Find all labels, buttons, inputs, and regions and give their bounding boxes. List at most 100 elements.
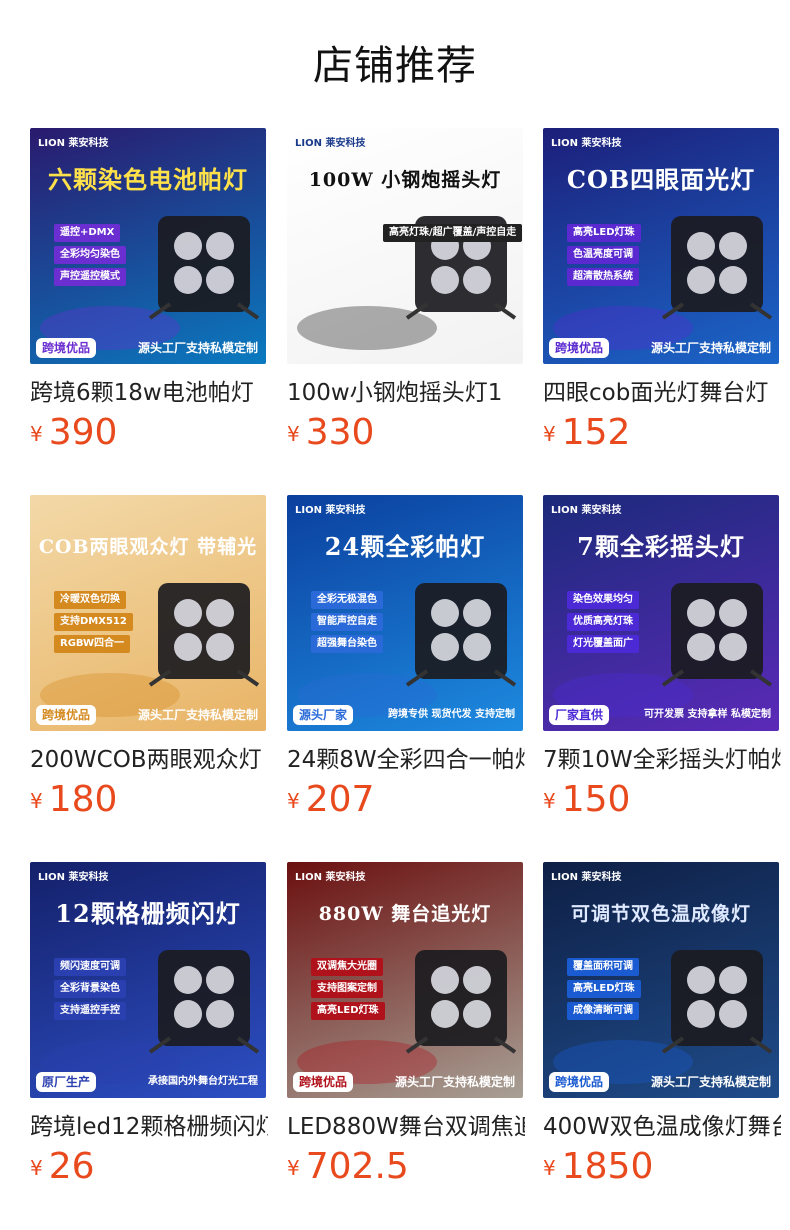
image-headline: 7颗全彩摇头灯 xyxy=(577,532,745,561)
image-footer-text: 源头工厂支持私模定制 xyxy=(137,708,258,722)
promo-badge: 跨境优品 xyxy=(36,338,97,358)
product-price: ¥702.5 xyxy=(287,1146,409,1190)
feature-tag: 双调焦大光圈 xyxy=(311,958,383,976)
currency-symbol: ¥ xyxy=(287,422,300,446)
feature-tag: 支持DMX512 xyxy=(54,613,133,631)
image-headline: 六颗染色电池帕灯 xyxy=(48,165,248,194)
product-card[interactable]: LION 莱安科技 880W 舞台追光灯双调焦大光圈 支持图案定制 高亮LED灯珠跨境… xyxy=(287,862,525,1187)
brand-logo: LION 莱安科技 xyxy=(295,872,366,883)
price-value: 702.5 xyxy=(305,1146,409,1187)
product-price: ¥180 xyxy=(30,779,117,823)
product-image[interactable]: LION 莱安科技 六颗染色电池帕灯 遥控+DMX 全彩均匀染色 声控遥控模式 跨境优品 源… xyxy=(30,128,266,364)
brand-logo: LION 莱安科技 xyxy=(295,138,366,149)
product-image[interactable]: LION 莱安科技 100W 小钢炮摇头灯高亮灯珠/超广覆盖/声控自走 xyxy=(287,128,523,364)
currency-symbol: ¥ xyxy=(543,789,556,813)
price-value: 1850 xyxy=(561,1146,654,1187)
image-headline: 880W 舞台追光灯 xyxy=(318,903,492,925)
image-footer-text: 源头工厂支持私模定制 xyxy=(137,341,258,355)
brand-logo: LION 莱安科技 xyxy=(38,872,109,883)
feature-tag: 全彩均匀染色 xyxy=(54,246,126,264)
product-name[interactable]: 跨境led12颗格栅频闪灯 xyxy=(30,1112,268,1142)
product-card[interactable]: LION 莱安科技 24颗全彩帕灯 全彩无极混色 智能声控自走 超强舞台染色 源头厂家 跨境… xyxy=(287,495,525,820)
feature-tag: 支持图案定制 xyxy=(311,980,383,998)
currency-symbol: ¥ xyxy=(543,422,556,446)
feature-tag: 高亮灯珠/超广覆盖/声控自走 xyxy=(383,224,523,242)
product-name[interactable]: 7颗10W全彩摇头灯帕灯 xyxy=(543,745,781,775)
feature-tag: 超强舞台染色 xyxy=(311,635,383,653)
product-image[interactable]: LION 莱安科技 880W 舞台追光灯双调焦大光圈 支持图案定制 高亮LED灯珠跨境… xyxy=(287,862,523,1098)
product-image[interactable]: LION 莱安科技 24颗全彩帕灯 全彩无极混色 智能声控自走 超强舞台染色 源头厂家 跨境… xyxy=(287,495,523,731)
feature-tag: 高亮LED灯珠 xyxy=(567,980,641,998)
price-value: 390 xyxy=(48,412,118,453)
brand-logo: LION 莱安科技 xyxy=(551,138,622,149)
price-value: 330 xyxy=(305,412,375,453)
brand-logo: LION 莱安科技 xyxy=(551,505,622,516)
product-name[interactable]: 200WCOB两眼观众灯 xyxy=(30,745,268,775)
feature-tag: 覆盖面积可调 xyxy=(567,958,639,976)
product-card[interactable]: LION 莱安科技 100W 小钢炮摇头灯高亮灯珠/超广覆盖/声控自走 100w小钢… xyxy=(287,128,525,453)
price-value: 26 xyxy=(48,1146,95,1187)
image-headline: COB四眼面光灯 xyxy=(566,165,756,194)
brand-logo: LION 莱安科技 xyxy=(551,872,622,883)
currency-symbol: ¥ xyxy=(30,422,43,446)
price-value: 207 xyxy=(305,779,375,820)
product-image[interactable]: LION 莱安科技 COB四眼面光灯高亮LED灯珠 色温亮度可调 超清散热系统跨境优品… xyxy=(543,128,779,364)
product-name[interactable]: 24颗8W全彩四合一帕灯 xyxy=(287,745,525,775)
feature-tag: 支持遥控手控 xyxy=(54,1002,126,1020)
product-card[interactable]: LION 莱安科技 7颗全彩摇头灯 染色效果均匀 优质高亮灯珠 灯光覆盖面广 厂家直供 可开… xyxy=(543,495,781,820)
product-image[interactable]: LION 莱安科技可调节双色温成像灯覆盖面积可调 高亮LED灯珠 成像清晰可调跨境优… xyxy=(543,862,779,1098)
promo-badge: 跨境优品 xyxy=(36,705,97,725)
currency-symbol: ¥ xyxy=(30,1156,43,1180)
product-price: ¥152 xyxy=(543,412,630,456)
promo-badge: 跨境优品 xyxy=(549,1072,610,1092)
feature-tag: RGBW四合一 xyxy=(54,635,131,653)
product-name[interactable]: LED880W舞台双调焦追光灯 xyxy=(287,1112,525,1142)
currency-symbol: ¥ xyxy=(287,789,300,813)
currency-symbol: ¥ xyxy=(543,1156,556,1180)
product-card[interactable]: COB两眼观众灯 带辅光 冷暖双色切换 支持DMX512 RGBW四合一 跨境优品 源头工… xyxy=(30,495,268,820)
feature-tag: 成像清晰可调 xyxy=(567,1002,639,1020)
image-headline: 12颗格栅频闪灯 xyxy=(55,899,241,928)
image-headline: 可调节双色温成像灯 xyxy=(570,903,751,925)
feature-tag: 全彩背景染色 xyxy=(54,980,126,998)
feature-tag: 优质高亮灯珠 xyxy=(567,613,639,631)
product-card[interactable]: LION 莱安科技 COB四眼面光灯高亮LED灯珠 色温亮度可调 超清散热系统跨境优品… xyxy=(543,128,781,453)
product-card[interactable]: LION 莱安科技 六颗染色电池帕灯 遥控+DMX 全彩均匀染色 声控遥控模式 跨境优品 源… xyxy=(30,128,268,453)
product-card[interactable]: LION 莱安科技 12颗格栅频闪灯 频闪速度可调 全彩背景染色 支持遥控手控 原厂生产 承… xyxy=(30,862,268,1187)
product-price: ¥207 xyxy=(287,779,374,823)
feature-tag: 超清散热系统 xyxy=(567,268,639,286)
product-image[interactable]: LION 莱安科技 7颗全彩摇头灯 染色效果均匀 优质高亮灯珠 灯光覆盖面广 厂家直供 可开… xyxy=(543,495,779,731)
promo-badge: 跨境优品 xyxy=(549,338,610,358)
price-value: 150 xyxy=(561,779,631,820)
image-footer-text: 可开发票 支持拿样 私模定制 xyxy=(644,709,771,720)
product-name[interactable]: 四眼cob面光灯舞台灯 xyxy=(543,378,781,408)
feature-tag: 高亮LED灯珠 xyxy=(311,1002,385,1020)
image-footer-text: 承接国内外舞台灯光工程 xyxy=(148,1076,258,1087)
currency-symbol: ¥ xyxy=(30,789,43,813)
feature-tag: 灯光覆盖面广 xyxy=(567,635,639,653)
product-image[interactable]: LION 莱安科技 12颗格栅频闪灯 频闪速度可调 全彩背景染色 支持遥控手控 原厂生产 承… xyxy=(30,862,266,1098)
feature-tag: 色温亮度可调 xyxy=(567,246,639,264)
image-headline: 100W 小钢炮摇头灯 xyxy=(308,169,502,191)
product-name[interactable]: 跨境6颗18w电池帕灯 xyxy=(30,378,268,408)
product-price: ¥150 xyxy=(543,779,630,823)
product-name[interactable]: 100w小钢炮摇头灯1 xyxy=(287,378,525,408)
product-image[interactable]: COB两眼观众灯 带辅光 冷暖双色切换 支持DMX512 RGBW四合一 跨境优品 源头工… xyxy=(30,495,266,731)
currency-symbol: ¥ xyxy=(287,1156,300,1180)
product-card[interactable]: LION 莱安科技可调节双色温成像灯覆盖面积可调 高亮LED灯珠 成像清晰可调跨境优… xyxy=(543,862,781,1187)
promo-badge: 源头厂家 xyxy=(293,705,354,725)
feature-tag: 遥控+DMX xyxy=(54,224,121,242)
feature-tag: 高亮LED灯珠 xyxy=(567,224,641,242)
promo-badge: 厂家直供 xyxy=(549,705,610,725)
image-headline: 24颗全彩帕灯 xyxy=(324,532,486,561)
image-footer-text: 跨境专供 现货代发 支持定制 xyxy=(388,709,515,720)
price-value: 152 xyxy=(561,412,631,453)
image-footer-text: 源头工厂支持私模定制 xyxy=(394,1075,515,1089)
product-price: ¥390 xyxy=(30,412,117,456)
feature-tag: 频闪速度可调 xyxy=(54,958,126,976)
feature-tag: 声控遥控模式 xyxy=(54,268,126,286)
product-price: ¥26 xyxy=(30,1146,95,1190)
product-name[interactable]: 400W双色温成像灯舞台灯 xyxy=(543,1112,781,1142)
page-title: 店铺推荐 xyxy=(313,43,477,89)
promo-badge: 跨境优品 xyxy=(293,1072,354,1092)
